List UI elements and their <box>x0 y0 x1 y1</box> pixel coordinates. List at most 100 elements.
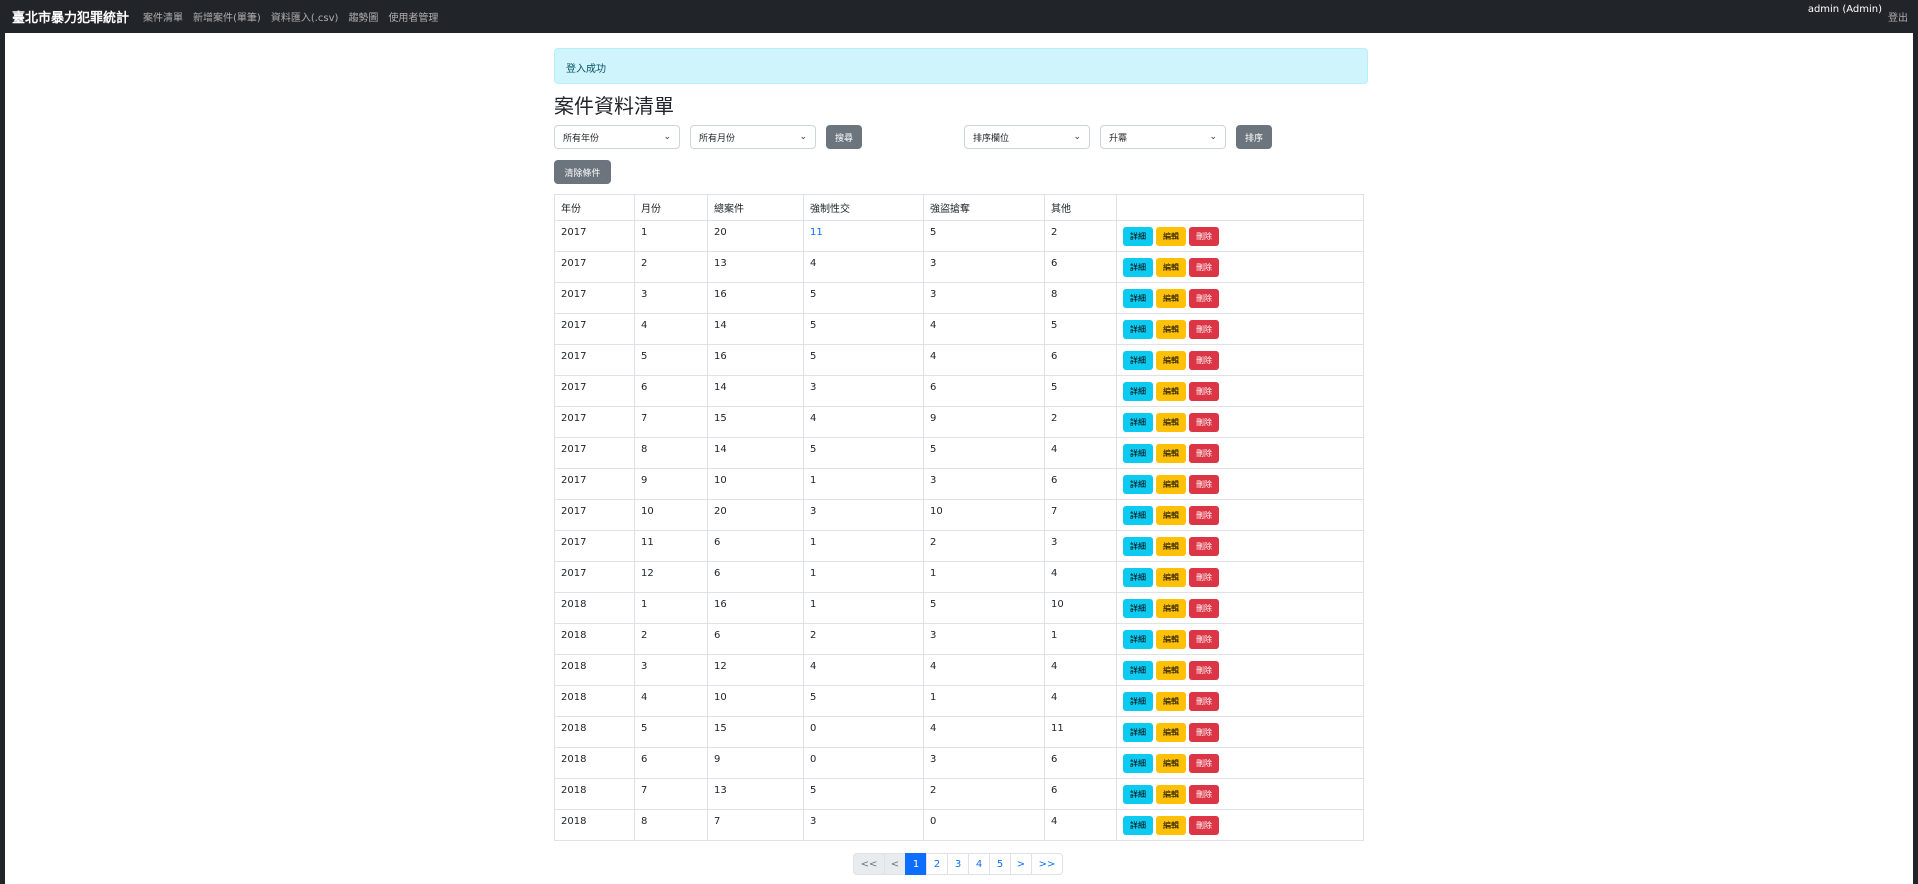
edit-button[interactable]: 編輯 <box>1156 568 1186 587</box>
edit-button[interactable]: 編輯 <box>1156 258 1186 277</box>
nav-link-trend-chart[interactable]: 趨勢圖 <box>348 9 378 24</box>
pagination-page-4[interactable]: 4 <box>968 853 990 875</box>
view-button[interactable]: 詳細 <box>1123 475 1153 494</box>
view-button[interactable]: 詳細 <box>1123 816 1153 835</box>
view-button[interactable]: 詳細 <box>1123 289 1153 308</box>
edit-button[interactable]: 編輯 <box>1156 785 1186 804</box>
year-select[interactable]: 所有年份 ⌄ <box>554 125 680 149</box>
nav-link-user-management[interactable]: 使用者管理 <box>388 9 438 24</box>
sort-order-select[interactable]: 升冪 ⌄ <box>1100 125 1226 149</box>
delete-button[interactable]: 刪除 <box>1189 475 1219 494</box>
pagination-last[interactable]: >> <box>1031 853 1063 875</box>
edit-button[interactable]: 編輯 <box>1156 444 1186 463</box>
delete-button[interactable]: 刪除 <box>1189 537 1219 556</box>
delete-button[interactable]: 刪除 <box>1189 568 1219 587</box>
view-button[interactable]: 詳細 <box>1123 537 1153 556</box>
cell-month: 4 <box>634 685 708 717</box>
cell-other: 6 <box>1044 344 1117 376</box>
delete-button[interactable]: 刪除 <box>1189 258 1219 277</box>
edit-button[interactable]: 編輯 <box>1156 723 1186 742</box>
cell-actions: 詳細 編輯 刪除 <box>1116 654 1364 686</box>
sort-field-select[interactable]: 排序欄位 ⌄ <box>964 125 1090 149</box>
view-button[interactable]: 詳細 <box>1123 785 1153 804</box>
edit-button[interactable]: 編輯 <box>1156 413 1186 432</box>
clear-filters-button[interactable]: 清除條件 <box>554 160 611 184</box>
search-button[interactable]: 搜尋 <box>826 125 862 149</box>
row-actions: 詳細 編輯 刪除 <box>1123 382 1357 401</box>
month-select[interactable]: 所有月份 ⌄ <box>690 125 816 149</box>
edit-button[interactable]: 編輯 <box>1156 227 1186 246</box>
view-button[interactable]: 詳細 <box>1123 320 1153 339</box>
logout-link[interactable]: 登出 <box>1888 9 1908 24</box>
view-button[interactable]: 詳細 <box>1123 227 1153 246</box>
delete-button[interactable]: 刪除 <box>1189 661 1219 680</box>
nav-link-add-case[interactable]: 新增案件(單筆) <box>193 9 261 24</box>
cell-total: 10 <box>707 468 804 500</box>
delete-button[interactable]: 刪除 <box>1189 630 1219 649</box>
view-button[interactable]: 詳細 <box>1123 692 1153 711</box>
pagination-next[interactable]: > <box>1010 853 1032 875</box>
view-button[interactable]: 詳細 <box>1123 661 1153 680</box>
app-brand[interactable]: 臺北市暴力犯罪統計 <box>12 7 129 26</box>
pagination-prev[interactable]: < <box>884 853 906 875</box>
edit-button[interactable]: 編輯 <box>1156 754 1186 773</box>
chevron-down-icon: ⌄ <box>663 132 671 142</box>
cell-month: 6 <box>634 375 708 407</box>
view-button[interactable]: 詳細 <box>1123 444 1153 463</box>
view-button[interactable]: 詳細 <box>1123 351 1153 370</box>
delete-button[interactable]: 刪除 <box>1189 816 1219 835</box>
delete-button[interactable]: 刪除 <box>1189 351 1219 370</box>
view-button[interactable]: 詳細 <box>1123 630 1153 649</box>
delete-button[interactable]: 刪除 <box>1189 785 1219 804</box>
table-row: 2017 3 16 5 3 8 詳細 編輯 刪除 <box>554 282 1364 314</box>
edit-button[interactable]: 編輯 <box>1156 382 1186 401</box>
cell-other: 4 <box>1044 561 1117 593</box>
edit-button[interactable]: 編輯 <box>1156 506 1186 525</box>
nav-link-case-list[interactable]: 案件清單 <box>143 9 183 24</box>
delete-button[interactable]: 刪除 <box>1189 692 1219 711</box>
delete-button[interactable]: 刪除 <box>1189 506 1219 525</box>
month-select-value: 所有月份 <box>699 133 736 144</box>
pagination-page-3[interactable]: 3 <box>947 853 969 875</box>
view-button[interactable]: 詳細 <box>1123 568 1153 587</box>
edit-button[interactable]: 編輯 <box>1156 537 1186 556</box>
delete-button[interactable]: 刪除 <box>1189 723 1219 742</box>
view-button[interactable]: 詳細 <box>1123 723 1153 742</box>
view-button[interactable]: 詳細 <box>1123 754 1153 773</box>
cell-other: 3 <box>1044 530 1117 562</box>
cell-month: 3 <box>634 282 708 314</box>
delete-button[interactable]: 刪除 <box>1189 444 1219 463</box>
table-row: 2017 11 6 1 2 3 詳細 編輯 刪除 <box>554 530 1364 562</box>
edit-button[interactable]: 編輯 <box>1156 289 1186 308</box>
pagination-page-1[interactable]: 1 <box>905 853 927 875</box>
cell-actions: 詳細 編輯 刪除 <box>1116 747 1364 779</box>
view-button[interactable]: 詳細 <box>1123 413 1153 432</box>
view-button[interactable]: 詳細 <box>1123 599 1153 618</box>
edit-button[interactable]: 編輯 <box>1156 475 1186 494</box>
view-button[interactable]: 詳細 <box>1123 382 1153 401</box>
edit-button[interactable]: 編輯 <box>1156 816 1186 835</box>
edit-button[interactable]: 編輯 <box>1156 630 1186 649</box>
delete-button[interactable]: 刪除 <box>1189 320 1219 339</box>
pagination-first[interactable]: << <box>853 853 885 875</box>
pagination-page-2[interactable]: 2 <box>926 853 948 875</box>
delete-button[interactable]: 刪除 <box>1189 382 1219 401</box>
nav-link-import-csv[interactable]: 資料匯入(.csv) <box>271 9 339 24</box>
cell-other: 10 <box>1044 592 1117 624</box>
edit-button[interactable]: 編輯 <box>1156 351 1186 370</box>
view-button[interactable]: 詳細 <box>1123 506 1153 525</box>
delete-button[interactable]: 刪除 <box>1189 227 1219 246</box>
cell-month: 9 <box>634 468 708 500</box>
table-row: 2017 6 14 3 6 5 詳細 編輯 刪除 <box>554 375 1364 407</box>
pagination-page-5[interactable]: 5 <box>989 853 1011 875</box>
view-button[interactable]: 詳細 <box>1123 258 1153 277</box>
sort-button[interactable]: 排序 <box>1236 125 1272 149</box>
edit-button[interactable]: 編輯 <box>1156 599 1186 618</box>
delete-button[interactable]: 刪除 <box>1189 599 1219 618</box>
delete-button[interactable]: 刪除 <box>1189 754 1219 773</box>
delete-button[interactable]: 刪除 <box>1189 289 1219 308</box>
delete-button[interactable]: 刪除 <box>1189 413 1219 432</box>
edit-button[interactable]: 編輯 <box>1156 320 1186 339</box>
edit-button[interactable]: 編輯 <box>1156 692 1186 711</box>
edit-button[interactable]: 編輯 <box>1156 661 1186 680</box>
